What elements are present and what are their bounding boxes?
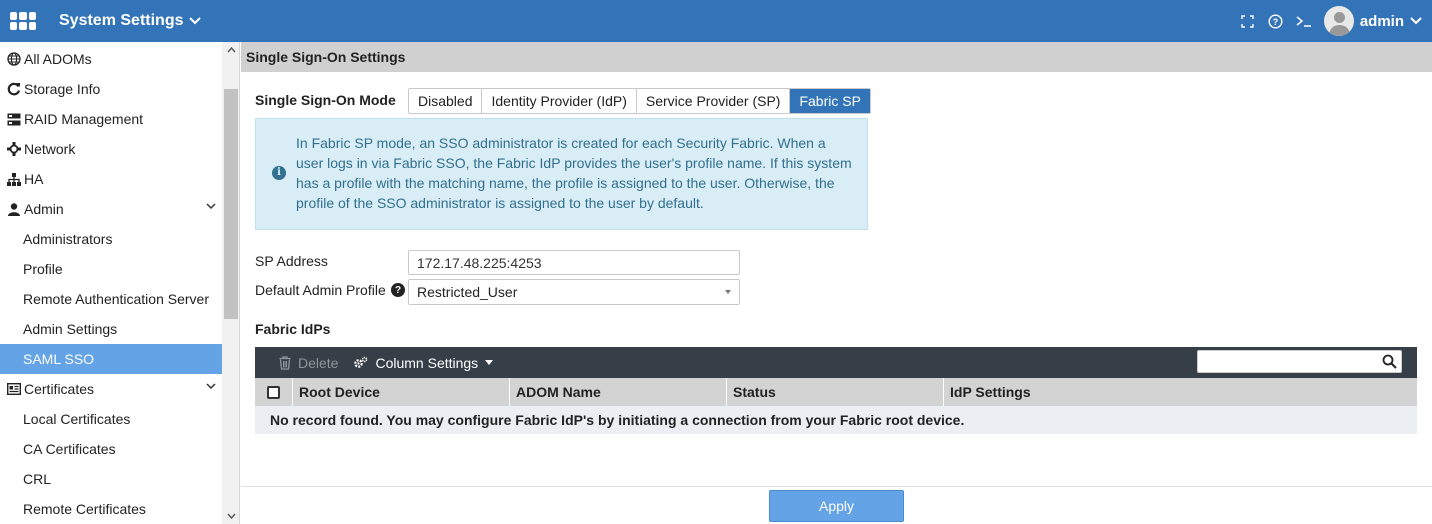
sp-address-input[interactable]: [408, 250, 740, 275]
sidebar-item-certificates[interactable]: Certificates: [0, 374, 222, 404]
default-admin-profile-value: Restricted_User: [417, 284, 518, 300]
column-header-root-device[interactable]: Root Device: [293, 378, 510, 406]
certificate-icon: [6, 381, 22, 397]
help-icon[interactable]: ?: [1268, 13, 1284, 29]
sidebar-item-label: RAID Management: [24, 111, 144, 127]
sidebar-item-label: Storage Info: [24, 81, 101, 97]
sso-mode-disabled-button[interactable]: Disabled: [409, 89, 483, 113]
sidebar-item-ha[interactable]: HA: [0, 164, 222, 194]
sidebar-item-label: Network: [24, 141, 76, 157]
caret-down-icon: [725, 290, 731, 294]
sso-mode-fabric-sp-button[interactable]: Fabric SP: [790, 89, 870, 113]
section-header: Single Sign-On Settings: [241, 42, 1432, 72]
chevron-down-icon: [189, 17, 202, 25]
footer-bar: Apply: [241, 486, 1432, 524]
main-panel: Single Sign-On Settings Single Sign-On M…: [241, 42, 1432, 524]
sidebar-item-label: Administrators: [23, 231, 113, 247]
sidebar-item-network[interactable]: Network: [0, 134, 222, 164]
sidebar-item-label: Remote Certificates: [23, 501, 146, 517]
default-admin-profile-select[interactable]: Restricted_User: [408, 279, 740, 305]
help-icon[interactable]: ?: [391, 283, 405, 297]
sidebar-item-label: Remote Authentication Server: [23, 291, 209, 307]
search-icon[interactable]: [1382, 354, 1397, 369]
info-text: In Fabric SP mode, an SSO administrator …: [296, 135, 852, 211]
delete-label: Delete: [298, 354, 339, 371]
app-title-menu[interactable]: System Settings: [59, 12, 202, 30]
table-empty-row: No record found. You may configure Fabri…: [255, 406, 1417, 434]
apply-button[interactable]: Apply: [769, 490, 904, 522]
sso-mode-selector: Disabled Identity Provider (IdP) Service…: [408, 88, 871, 114]
sidebar-scroll-thumb[interactable]: [224, 89, 238, 319]
scroll-up-arrow-icon[interactable]: [224, 44, 238, 56]
sidebar-item-label: HA: [24, 171, 44, 187]
column-settings-button[interactable]: Column Settings: [353, 354, 494, 371]
table-search-input[interactable]: [1197, 350, 1402, 373]
sidebar: All ADOMs Storage Info RAID Management N…: [0, 42, 240, 524]
fortinet-logo-icon[interactable]: [0, 0, 46, 42]
sidebar-item-label: Certificates: [24, 381, 95, 397]
chevron-down-icon[interactable]: [206, 203, 216, 210]
sidebar-item-saml-sso[interactable]: SAML SSO: [0, 344, 222, 374]
sso-mode-label: Single Sign-On Mode: [255, 92, 396, 108]
sidebar-item-label: CA Certificates: [23, 441, 116, 457]
column-header-idp-settings[interactable]: IdP Settings: [944, 378, 1417, 406]
sidebar-item-label: Admin: [24, 201, 64, 217]
scroll-down-arrow-icon[interactable]: [224, 510, 238, 522]
chevron-down-icon: [1410, 17, 1422, 25]
sitemap-icon: [6, 171, 22, 187]
caret-down-icon: [485, 360, 494, 365]
info-message: i In Fabric SP mode, an SSO administrato…: [255, 118, 868, 230]
sidebar-item-administrators[interactable]: Administrators: [0, 224, 222, 254]
sidebar-item-profile[interactable]: Profile: [0, 254, 222, 284]
sidebar-item-label: Local Certificates: [23, 411, 131, 427]
default-admin-profile-label: Default Admin Profile: [255, 282, 386, 298]
table-header: Root Device ADOM Name Status IdP Setting…: [255, 378, 1417, 406]
fabric-idps-toolbar: Delete Column Settings: [255, 347, 1417, 378]
sidebar-item-remote-certificates[interactable]: Remote Certificates: [0, 494, 222, 524]
sidebar-item-local-certificates[interactable]: Local Certificates: [0, 404, 222, 434]
fabric-idps-title: Fabric IdPs: [255, 321, 331, 337]
column-header-adom-name[interactable]: ADOM Name: [510, 378, 727, 406]
storage-refresh-icon: [6, 81, 22, 97]
fullscreen-icon[interactable]: [1240, 13, 1256, 29]
sidebar-item-label: Admin Settings: [23, 321, 118, 337]
info-icon: i: [272, 166, 286, 180]
network-icon: [6, 141, 22, 157]
svg-text:?: ?: [1273, 17, 1279, 27]
empty-message: No record found. You may configure Fabri…: [270, 412, 965, 428]
sidebar-item-ca-certificates[interactable]: CA Certificates: [0, 434, 222, 464]
user-icon: [6, 201, 22, 217]
globe-icon: [6, 51, 22, 67]
column-settings-label: Column Settings: [375, 354, 479, 371]
chevron-down-icon[interactable]: [206, 383, 216, 390]
sidebar-item-label: CRL: [23, 471, 52, 487]
column-header-status[interactable]: Status: [727, 378, 944, 406]
delete-button[interactable]: Delete: [279, 355, 338, 371]
sidebar-item-storage-info[interactable]: Storage Info: [0, 74, 222, 104]
sidebar-item-all-adoms[interactable]: All ADOMs: [0, 44, 222, 74]
sidebar-item-raid-management[interactable]: RAID Management: [0, 104, 222, 134]
sidebar-item-admin-settings[interactable]: Admin Settings: [0, 314, 222, 344]
select-all-cell: [255, 378, 293, 406]
cli-console-icon[interactable]: [1296, 13, 1312, 29]
sidebar-item-remote-authentication-server[interactable]: Remote Authentication Server: [0, 284, 222, 314]
sidebar-item-label: Profile: [23, 261, 63, 277]
user-menu[interactable]: admin: [1360, 13, 1422, 30]
user-avatar-icon[interactable]: [1323, 6, 1354, 36]
select-all-checkbox[interactable]: [267, 385, 280, 399]
sidebar-item-label: All ADOMs: [24, 51, 92, 67]
top-bar: System Settings ? admin: [0, 0, 1432, 42]
sidebar-item-crl[interactable]: CRL: [0, 464, 222, 494]
section-title: Single Sign-On Settings: [246, 49, 406, 65]
sidebar-item-admin[interactable]: Admin: [0, 194, 222, 224]
user-name: admin: [1359, 12, 1404, 30]
raid-icon: [6, 111, 22, 127]
trash-icon: [279, 355, 291, 370]
sso-mode-idp-button[interactable]: Identity Provider (IdP): [482, 89, 637, 113]
app-title: System Settings: [59, 12, 184, 29]
sso-mode-sp-button[interactable]: Service Provider (SP): [636, 89, 791, 113]
gears-icon: [354, 356, 368, 368]
sidebar-item-label: SAML SSO: [23, 351, 95, 367]
sp-address-label: SP Address: [255, 253, 328, 269]
